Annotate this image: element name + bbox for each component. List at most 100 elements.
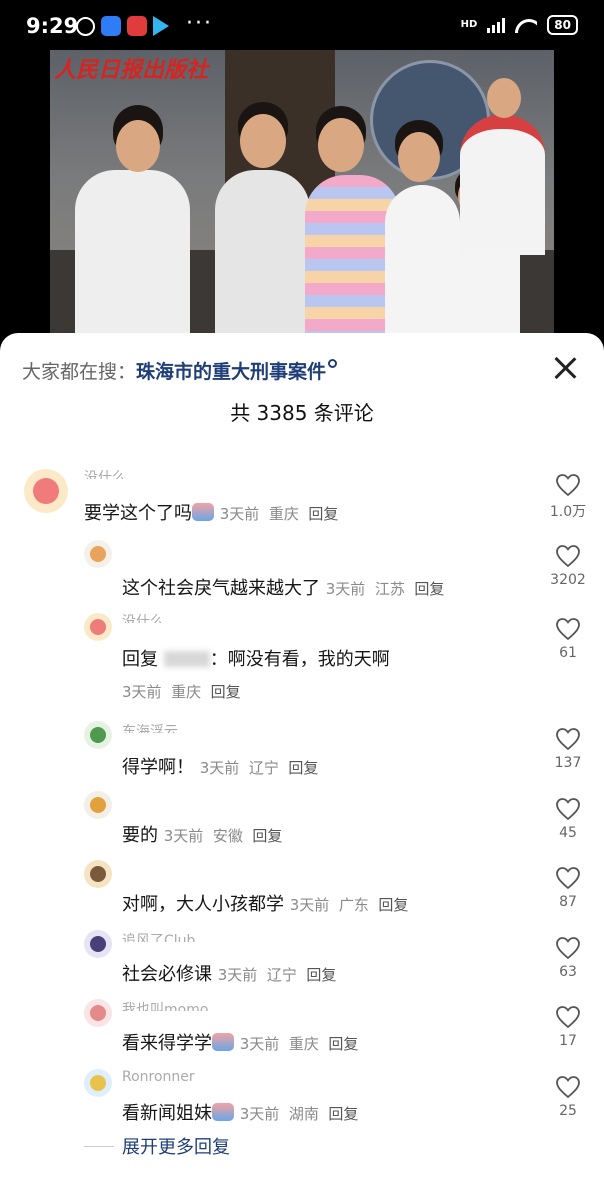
like-button[interactable]: 17 <box>540 1005 596 1049</box>
video-player[interactable]: 人民日报出版社 <box>50 50 554 333</box>
adult-face <box>487 78 521 118</box>
video-watermark-logo: 人民日报出版社 <box>54 57 209 83</box>
heart-outline-icon <box>556 618 580 641</box>
avatar[interactable] <box>84 721 112 749</box>
comment-meta: 3天前 重庆 回复 <box>240 1035 359 1053</box>
avatar[interactable] <box>84 613 112 641</box>
comment-text[interactable]: 回复 ：啊没有看，我的天啊 <box>122 645 390 671</box>
emoji-sticker-icon <box>192 503 214 521</box>
trending-search-bar[interactable]: 大家都在搜：珠海市的重大刑事案件 <box>22 357 338 384</box>
avatar[interactable] <box>84 860 112 888</box>
comment-username[interactable]: Ronronner <box>122 1069 195 1081</box>
like-count: 137 <box>554 755 582 771</box>
heart-outline-icon <box>556 474 580 497</box>
reply-button[interactable]: 回复 <box>252 827 282 845</box>
comment-location: 重庆 <box>268 505 299 523</box>
comment-body: 要的 <box>122 825 158 846</box>
status-app-icons <box>76 16 169 36</box>
emoji-sticker-icon <box>212 1103 234 1121</box>
comment-location: 江苏 <box>374 580 405 598</box>
signal-icon <box>487 17 506 33</box>
like-count: 3202 <box>550 572 586 588</box>
comment-text[interactable]: 要的 3天前 安徽 回复 <box>122 821 282 847</box>
search-icon <box>328 359 338 368</box>
alarm-icon <box>76 16 95 36</box>
like-button[interactable]: 1.0万 <box>540 473 596 521</box>
reply-button[interactable]: 回复 <box>328 1035 358 1053</box>
like-button[interactable]: 137 <box>540 727 596 771</box>
avatar[interactable] <box>84 999 112 1027</box>
comment-meta: 3天前 广东 回复 <box>290 896 409 914</box>
like-button[interactable]: 25 <box>540 1075 596 1119</box>
reply-button[interactable]: 回复 <box>306 966 336 984</box>
close-icon[interactable] <box>552 355 578 381</box>
comment-username[interactable]: 没什么 <box>84 467 126 479</box>
reply-button[interactable]: 回复 <box>211 683 241 701</box>
expand-more-replies-button[interactable]: 展开更多回复 <box>84 1133 230 1159</box>
avatar[interactable] <box>84 1069 112 1097</box>
battery-icon: 80 <box>547 15 578 35</box>
comment-time: 3天前 <box>325 580 366 598</box>
like-button[interactable]: 63 <box>540 936 596 980</box>
reply-button[interactable]: 回复 <box>378 896 408 914</box>
like-button[interactable]: 3202 <box>540 544 596 588</box>
reply-button[interactable]: 回复 <box>328 1105 358 1123</box>
like-button[interactable]: 61 <box>540 617 596 661</box>
status-system-icons: HD 80 <box>461 15 578 35</box>
comment-location: 广东 <box>338 896 369 914</box>
heart-outline-icon <box>556 728 580 751</box>
comment-time: 3天前 <box>289 896 330 914</box>
comment-username[interactable]: 我也叫momo <box>122 999 208 1011</box>
comment-text[interactable]: 这个社会戾气越来越大了 3天前 江苏 回复 <box>122 574 444 600</box>
comment-location: 重庆 <box>171 683 202 701</box>
avatar[interactable] <box>84 540 112 568</box>
redacted-username <box>163 651 210 667</box>
status-bar: 9:29 ··· HD 80 <box>0 0 604 52</box>
comment-text[interactable]: 社会必修课 3天前 辽宁 回复 <box>122 960 336 986</box>
heart-outline-icon <box>556 867 580 890</box>
child-figure <box>215 170 310 333</box>
comment-count-title: 共 3385 条评论 <box>230 401 374 425</box>
like-button[interactable]: 87 <box>540 866 596 910</box>
comment-meta: 3天前 湖南 回复 <box>240 1105 359 1123</box>
avatar[interactable] <box>24 469 68 513</box>
child-face <box>318 118 364 172</box>
comment-time: 3天前 <box>219 505 260 523</box>
reply-button[interactable]: 回复 <box>414 580 444 598</box>
avatar[interactable] <box>84 791 112 819</box>
comment-text[interactable]: 要学这个了吗 3天前 重庆 回复 <box>84 499 338 525</box>
heart-outline-icon <box>556 545 580 568</box>
like-button[interactable]: 45 <box>540 797 596 841</box>
comment-text[interactable]: 对啊，大人小孩都学 3天前 广东 回复 <box>122 890 408 916</box>
comment-text[interactable]: 得学啊！ 3天前 辽宁 回复 <box>122 753 318 779</box>
comment-text[interactable]: 看来得学学 3天前 重庆 回复 <box>122 1029 358 1055</box>
comment-username[interactable]: 东海浮云 <box>122 721 178 733</box>
trending-search-keyword[interactable]: 珠海市的重大刑事案件 <box>136 361 326 383</box>
avatar[interactable] <box>84 930 112 958</box>
comment-time: 3天前 <box>217 966 258 984</box>
comment-time: 3天前 <box>163 827 204 845</box>
like-count: 17 <box>559 1033 577 1049</box>
comment-time: 3天前 <box>239 1105 280 1123</box>
comment-username[interactable]: 追风了Club <box>122 930 195 942</box>
child-face <box>398 132 440 182</box>
emoji-sticker-icon <box>212 1033 234 1051</box>
comment-text[interactable]: 看新闻姐妹 3天前 湖南 回复 <box>122 1099 358 1125</box>
comment-location: 湖南 <box>288 1105 319 1123</box>
reply-button[interactable]: 回复 <box>288 759 318 777</box>
comment-body: 看新闻姐妹 <box>122 1103 212 1124</box>
comment-meta: 3天前 辽宁 回复 <box>218 966 337 984</box>
reply-button[interactable]: 回复 <box>308 505 338 523</box>
hd-indicator: HD <box>460 19 478 30</box>
heart-outline-icon <box>556 937 580 960</box>
trending-search-prefix: 大家都在搜： <box>22 361 137 383</box>
comment-meta: 3天前 辽宁 回复 <box>200 759 319 777</box>
heart-outline-icon <box>556 1006 580 1029</box>
reply-prefix: 回复 <box>122 649 158 670</box>
comment-body: 看来得学学 <box>122 1033 212 1054</box>
comment-time: 3天前 <box>122 683 162 701</box>
comment-username[interactable]: 没什么 <box>122 611 164 623</box>
comment-location: 安徽 <box>212 827 243 845</box>
comment-meta: 3天前 重庆 回复 <box>122 681 241 702</box>
comment-body: ：啊没有看，我的天啊 <box>209 649 390 670</box>
